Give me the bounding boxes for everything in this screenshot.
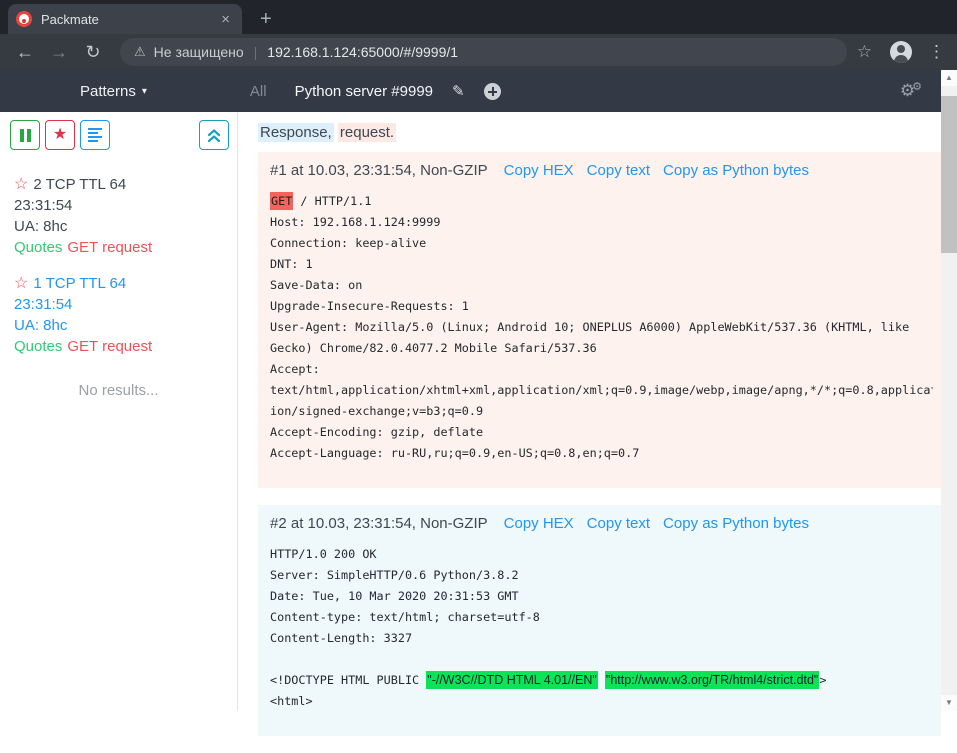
payload-text: / HTTP/1.1 Host: 192.168.1.124:9999 Conn…: [270, 194, 933, 460]
packet-block-response: #2 at 10.03, 23:31:54, Non-GZIP Copy HEX C…: [258, 505, 941, 736]
packet-detail-pane: Response, request. #1 at 10.03, 23:31:54…: [238, 112, 941, 753]
get-request-tag: GET request: [67, 338, 152, 355]
no-results-label: No results...: [0, 382, 237, 399]
tab-title: Packmate: [41, 12, 217, 27]
list-icon: [88, 126, 102, 144]
packet-title: #2 at 10.03, 23:31:54, Non-GZIP: [270, 515, 488, 532]
payload-text: [598, 673, 605, 687]
stream-summary: Response, request.: [258, 124, 941, 141]
browser-tab[interactable]: Packmate ×: [8, 4, 242, 34]
reload-icon[interactable]: ↻: [80, 42, 106, 63]
get-request-tag: GET request: [67, 239, 152, 256]
double-chevron-up-icon: [207, 128, 221, 143]
forward-icon[interactable]: →: [46, 42, 72, 63]
summary-segment: Response,: [258, 123, 334, 142]
chevron-down-icon: ▾: [142, 86, 147, 97]
entry-time: 23:31:54: [14, 195, 223, 216]
quotes-tag: Quotes: [14, 338, 62, 355]
close-tab-icon[interactable]: ×: [217, 11, 234, 28]
pattern-tab-all[interactable]: All: [250, 83, 267, 100]
star-icon: ★: [53, 127, 67, 143]
entry-time: 23:31:54: [14, 294, 223, 315]
copy-link[interactable]: Copy as Python bytes: [663, 515, 809, 532]
url-text[interactable]: 192.168.1.124:65000/#/9999/1: [267, 44, 458, 60]
gear-small-glyph: ⚙: [912, 81, 922, 93]
add-pattern-icon[interactable]: [484, 83, 501, 100]
payload-text: HTTP/1.0 200 OK Server: SimpleHTTP/0.6 P…: [270, 547, 540, 687]
list-item[interactable]: ☆ 2 TCP TTL 64 23:31:54UA: 8hc Quotes GET re…: [14, 174, 223, 258]
edit-pattern-icon[interactable]: ✎: [452, 82, 465, 100]
entry-title-line: ☆ 1 TCP TTL 64: [14, 273, 223, 294]
scrollbar-thumb[interactable]: [941, 96, 957, 253]
summary-segment: request.: [338, 123, 396, 142]
browser-tabstrip: Packmate × +: [0, 0, 957, 34]
url-separator: |: [254, 44, 258, 60]
favorite-star-icon[interactable]: ☆: [14, 275, 28, 292]
address-bar[interactable]: ⚠ Не защищено | 192.168.1.124:65000/#/99…: [120, 38, 847, 66]
entry-title: 2 TCP TTL 64: [33, 176, 126, 193]
back-icon[interactable]: ←: [12, 42, 38, 63]
security-label: Не защищено: [154, 44, 244, 60]
sidebar-controls: ★: [0, 112, 237, 150]
page-scrollbar[interactable]: ▲ ▼: [941, 70, 957, 711]
patterns-dropdown[interactable]: Patterns ▾: [80, 83, 147, 100]
new-tab-button[interactable]: +: [254, 6, 278, 32]
packet-list: ☆2 TCP TTL 6423:31:54UA: 8hcQuotesGET re…: [0, 150, 237, 357]
list-view-button[interactable]: [80, 120, 110, 150]
copy-link[interactable]: Copy HEX: [504, 515, 574, 532]
browser-toolbar: ← → ↻ ⚠ Не защищено | 192.168.1.124:6500…: [0, 34, 957, 70]
quotes-tag: Quotes: [14, 239, 62, 256]
entry-title-line: ☆ 2 TCP TTL 64: [14, 174, 223, 195]
collapse-all-button[interactable]: [199, 120, 229, 150]
copy-link[interactable]: Copy text: [587, 515, 650, 532]
scrollbar-up-icon[interactable]: ▲: [941, 70, 957, 86]
profile-avatar[interactable]: [890, 41, 912, 63]
packet-block-request: #1 at 10.03, 23:31:54, Non-GZIP Copy HEX C…: [258, 152, 941, 488]
entry-user-agent: UA: 8hc: [14, 216, 223, 237]
packet-title: #1 at 10.03, 23:31:54, Non-GZIP: [270, 162, 488, 179]
patterns-label: Patterns: [80, 83, 136, 100]
packmate-favicon: [16, 11, 32, 27]
app-header: Patterns ▾ All Python server #9999 ✎ ⚙⚙: [0, 70, 941, 112]
pattern-tab-active[interactable]: Python server #9999: [295, 83, 433, 100]
pattern-highlight: "http://www.w3.org/TR/html4/strict.dtd": [605, 671, 819, 689]
packet-payload: GET / HTTP/1.1 Host: 192.168.1.124:9999 …: [270, 191, 933, 464]
copy-link[interactable]: Copy text: [587, 162, 650, 179]
copy-link[interactable]: Copy HEX: [504, 162, 574, 179]
packet-header: #1 at 10.03, 23:31:54, Non-GZIP Copy HEX C…: [270, 162, 933, 179]
security-warning-icon[interactable]: ⚠: [134, 44, 146, 60]
copy-link[interactable]: Copy as Python bytes: [663, 162, 809, 179]
settings-gear-icon[interactable]: ⚙⚙: [900, 81, 925, 101]
pattern-highlight: GET: [270, 192, 293, 210]
bookmark-star-icon[interactable]: ☆: [857, 42, 872, 62]
entry-tags: Quotes GET request: [14, 336, 223, 357]
entry-user-agent: UA: 8hc: [14, 315, 223, 336]
packet-payload: HTTP/1.0 200 OK Server: SimpleHTTP/0.6 P…: [270, 544, 933, 712]
scrollbar-down-icon[interactable]: ▼: [941, 695, 957, 711]
pause-icon: [20, 129, 31, 142]
entry-title: 1 TCP TTL 64: [33, 275, 126, 292]
browser-menu-icon[interactable]: ⋮: [928, 42, 945, 62]
pause-capture-button[interactable]: [10, 120, 40, 150]
favorites-filter-button[interactable]: ★: [45, 120, 75, 150]
list-item[interactable]: ☆ 1 TCP TTL 64 23:31:54UA: 8hc Quotes GET re…: [14, 273, 223, 357]
packet-header: #2 at 10.03, 23:31:54, Non-GZIP Copy HEX C…: [270, 515, 933, 532]
packet-sidebar: ★ ☆2 TCP TTL 6423:31:54UA: 8hcQuotesGET …: [0, 112, 238, 711]
pattern-highlight: "-//W3C//DTD HTML 4.01//EN": [426, 671, 598, 689]
favorite-star-icon[interactable]: ☆: [14, 176, 28, 193]
entry-tags: Quotes GET request: [14, 237, 223, 258]
